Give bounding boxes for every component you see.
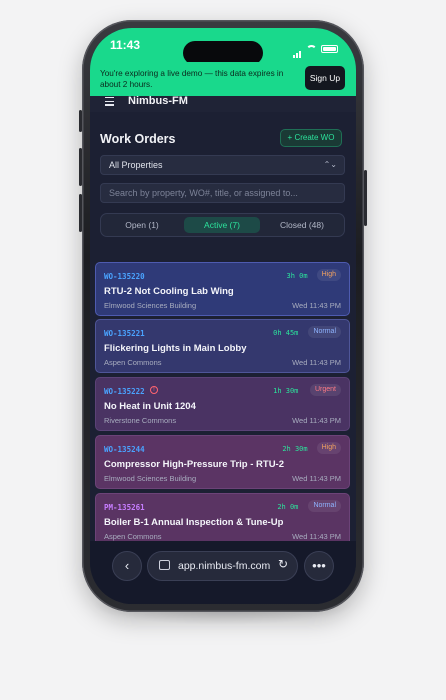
work-order-location: Riverstone Commons xyxy=(104,416,177,425)
work-order-id: WO-135244 xyxy=(104,445,145,454)
select-chevron-icon: ⌃⌄ xyxy=(323,160,337,169)
demo-banner-text: You're exploring a live demo — this data… xyxy=(100,69,284,89)
work-order-card[interactable]: PM-135261 Normal 2h 0m Boiler B-1 Annual In… xyxy=(95,493,350,547)
work-order-date: Wed 11:43 PM xyxy=(292,301,341,310)
work-order-location: Elmwood Sciences Building xyxy=(104,301,197,310)
phone-screen: 11:43 You're exploring a live demo — thi… xyxy=(90,28,356,604)
reload-icon[interactable]: ↻ xyxy=(278,557,288,571)
page-title: Work Orders xyxy=(100,132,176,146)
status-time: 11:43 xyxy=(110,38,141,52)
work-order-title: Boiler B-1 Annual Inspection & Tune-Up xyxy=(104,517,284,528)
priority-badge: Normal xyxy=(308,500,341,512)
alert-icon: ! xyxy=(150,386,158,394)
work-order-date: Wed 11:43 PM xyxy=(292,358,341,367)
create-wo-button[interactable]: + Create WO xyxy=(280,129,342,147)
more-button[interactable]: ••• xyxy=(304,551,334,581)
elapsed-time: 0h 45m xyxy=(273,329,299,337)
back-button[interactable]: ‹ xyxy=(112,551,142,581)
priority-badge: High xyxy=(316,442,341,454)
ellipsis-icon: ••• xyxy=(312,558,326,573)
work-order-card[interactable]: WO-135222! Urgent 1h 30m No Heat in Unit 12… xyxy=(95,377,350,431)
work-order-card[interactable]: WO-135244 High 2h 30m Compressor High-Press… xyxy=(95,435,350,489)
brand-name: Nimbus-FM xyxy=(128,95,188,107)
work-order-date: Wed 11:43 PM xyxy=(292,474,341,483)
work-order-card[interactable]: WO-135221 Normal 0h 45m Flickering Lights i… xyxy=(95,319,350,373)
work-order-id: WO-135220 xyxy=(104,272,145,281)
work-order-date: Wed 11:43 PM xyxy=(292,416,341,425)
tab-open[interactable]: Open (1) xyxy=(104,217,180,233)
work-order-id: PM-135261 xyxy=(104,503,145,512)
volume-down-button xyxy=(79,194,82,232)
elapsed-time: 3h 0m xyxy=(286,272,308,280)
work-order-title: RTU-2 Not Cooling Lab Wing xyxy=(104,286,234,297)
url-bar[interactable]: app.nimbus-fm.com ↻ xyxy=(147,551,298,581)
top-nav: Nimbus-FM xyxy=(90,95,356,112)
work-order-id: WO-135222 xyxy=(104,387,145,396)
work-order-location: Aspen Commons xyxy=(104,358,162,367)
url-text: app.nimbus-fm.com xyxy=(178,560,271,572)
property-select[interactable]: All Properties ⌃⌄ xyxy=(100,155,345,175)
elapsed-time: 1h 30m xyxy=(273,387,299,395)
action-button xyxy=(79,110,82,132)
status-icons xyxy=(293,40,338,58)
sign-up-button[interactable]: Sign Up xyxy=(305,66,345,90)
status-tabs: Open (1) Active (7) Closed (48) xyxy=(100,213,345,237)
main-content: Work Orders + Create WO All Properties ⌃… xyxy=(90,112,356,594)
work-order-card[interactable]: WO-135220 High 3h 0m RTU-2 Not Cooling Lab … xyxy=(95,262,350,316)
tab-active[interactable]: Active (7) xyxy=(184,217,260,233)
work-order-location: Aspen Commons xyxy=(104,532,162,541)
signal-icon xyxy=(293,40,302,58)
chevron-left-icon: ‹ xyxy=(124,558,130,573)
demo-banner: You're exploring a live demo — this data… xyxy=(90,62,356,96)
property-select-value: All Properties xyxy=(109,160,163,170)
work-order-title: Compressor High-Pressure Trip - RTU-2 xyxy=(104,459,285,470)
wifi-icon xyxy=(306,45,317,53)
tab-closed[interactable]: Closed (48) xyxy=(264,217,340,233)
work-order-title: Flickering Lights in Main Lobby xyxy=(104,343,247,354)
elapsed-time: 2h 30m xyxy=(282,445,308,453)
search-input[interactable]: Search by property, WO#, title, or assig… xyxy=(100,183,345,203)
work-order-title: No Heat in Unit 1204 xyxy=(104,401,196,412)
work-order-id: WO-135221 xyxy=(104,329,145,338)
browser-toolbar: ‹ app.nimbus-fm.com ↻ ••• xyxy=(90,541,356,604)
volume-up-button xyxy=(79,148,82,186)
work-order-date: Wed 11:43 PM xyxy=(292,532,341,541)
work-order-location: Elmwood Sciences Building xyxy=(104,474,197,483)
hamburger-menu-icon[interactable] xyxy=(105,97,114,108)
priority-badge: High xyxy=(316,269,341,281)
priority-badge: Urgent xyxy=(309,384,341,396)
power-button xyxy=(364,170,367,226)
elapsed-time: 2h 0m xyxy=(277,503,299,511)
battery-icon xyxy=(321,45,338,53)
status-bar: 11:43 xyxy=(90,28,356,65)
priority-badge: Normal xyxy=(308,326,341,338)
tabs-icon xyxy=(159,560,170,570)
